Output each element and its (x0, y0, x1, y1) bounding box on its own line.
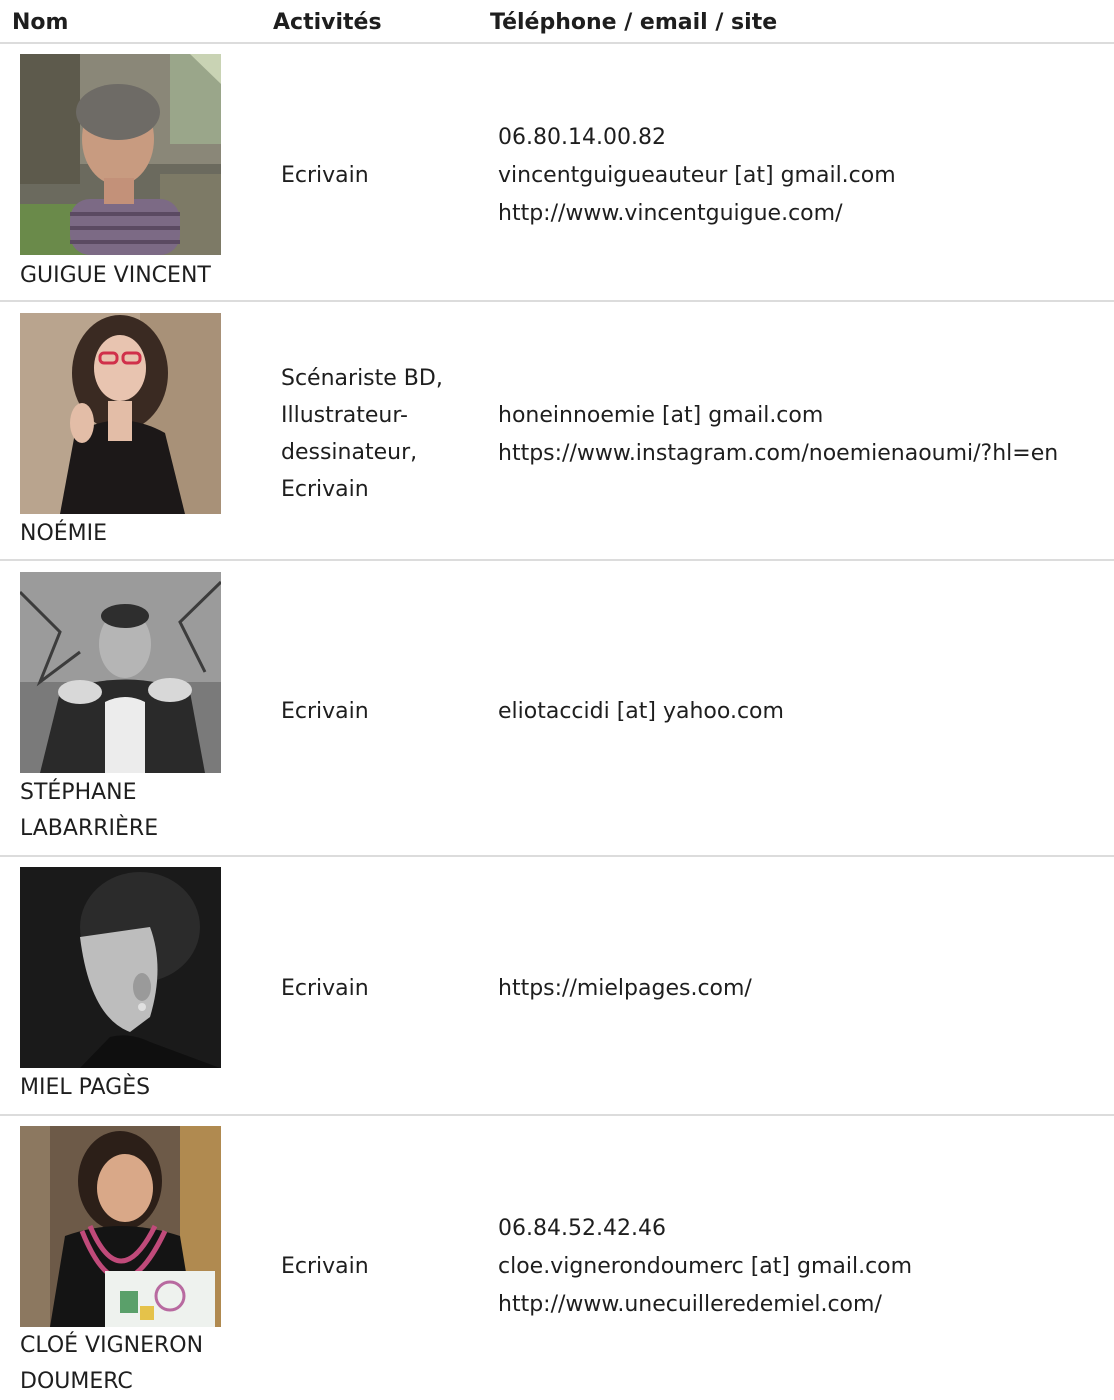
portrait-photo (20, 572, 221, 773)
author-contact: 06.84.52.42.46 cloe.vignerondoumerc [at]… (498, 1210, 1114, 1324)
author-activities: Ecrivain (281, 157, 481, 194)
website-link[interactable]: http://www.vincentguigue.com/ (498, 195, 1114, 233)
author-activities: Ecrivain (281, 693, 481, 730)
phone-number: 06.80.14.00.82 (498, 125, 666, 150)
author-contact: https://mielpages.com/ (498, 970, 1114, 1008)
activity-item: Ecrivain (281, 1254, 369, 1279)
website-link[interactable]: https://www.instagram.com/noemienaoumi/?… (498, 435, 1114, 473)
table-row: GUIGUE VINCENT Ecrivain 06.80.14.00.82 v… (0, 44, 1114, 302)
email-address: eliotaccidi [at] yahoo.com (498, 699, 784, 724)
author-name: CLOÉ VIGNERON DOUMERC (20, 1328, 250, 1400)
table-row: MIEL PAGÈS Ecrivain https://mielpages.co… (0, 857, 1114, 1116)
table-header: Nom Activités Téléphone / email / site (0, 0, 1114, 44)
author-name: NOÉMIE (20, 521, 108, 546)
table-row: CLOÉ VIGNERON DOUMERC Ecrivain 06.84.52.… (0, 1116, 1114, 1395)
email-address: honeinnoemie [at] gmail.com (498, 403, 824, 428)
author-contact: honeinnoemie [at] gmail.com https://www.… (498, 397, 1114, 473)
author-name-line: LABARRIÈRE (20, 816, 159, 841)
author-activities: Ecrivain (281, 1248, 481, 1285)
author-contact: eliotaccidi [at] yahoo.com (498, 693, 1114, 731)
table-row: STÉPHANE LABARRIÈRE Ecrivain eliotaccidi… (0, 561, 1114, 857)
portrait-photo (20, 867, 221, 1068)
author-name: STÉPHANE LABARRIÈRE (20, 775, 250, 847)
portrait-photo (20, 1126, 221, 1327)
column-header-activities: Activités (273, 10, 382, 35)
activity-item: Ecrivain (281, 699, 369, 724)
author-name-line: STÉPHANE (20, 780, 137, 805)
column-header-contact: Téléphone / email / site (490, 10, 778, 35)
author-name-line: CLOÉ VIGNERON (20, 1333, 204, 1358)
author-name: MIEL PAGÈS (20, 1075, 151, 1100)
author-name: GUIGUE VINCENT (20, 263, 211, 288)
author-activities: Ecrivain (281, 970, 481, 1007)
portrait-photo (20, 313, 221, 514)
activity-item: Ecrivain (281, 477, 369, 502)
activity-item: Ecrivain (281, 976, 369, 1001)
activity-item: Ecrivain (281, 163, 369, 188)
table-row: NOÉMIE Scénariste BD, Illustrateur- dess… (0, 302, 1114, 561)
activity-item: Scénariste BD, (281, 366, 443, 391)
website-link[interactable]: http://www.unecuilleredemiel.com/ (498, 1286, 1114, 1324)
author-activities: Scénariste BD, Illustrateur- dessinateur… (281, 360, 481, 508)
email-address: vincentguigueauteur [at] gmail.com (498, 163, 896, 188)
website-link[interactable]: https://mielpages.com/ (498, 970, 1114, 1008)
email-address: cloe.vignerondoumerc [at] gmail.com (498, 1254, 913, 1279)
column-header-name: Nom (12, 10, 69, 35)
activity-item: Illustrateur- (281, 403, 408, 428)
phone-number: 06.84.52.42.46 (498, 1216, 666, 1241)
portrait-photo (20, 54, 221, 255)
activity-item: dessinateur, (281, 440, 418, 465)
author-contact: 06.80.14.00.82 vincentguigueauteur [at] … (498, 119, 1114, 233)
